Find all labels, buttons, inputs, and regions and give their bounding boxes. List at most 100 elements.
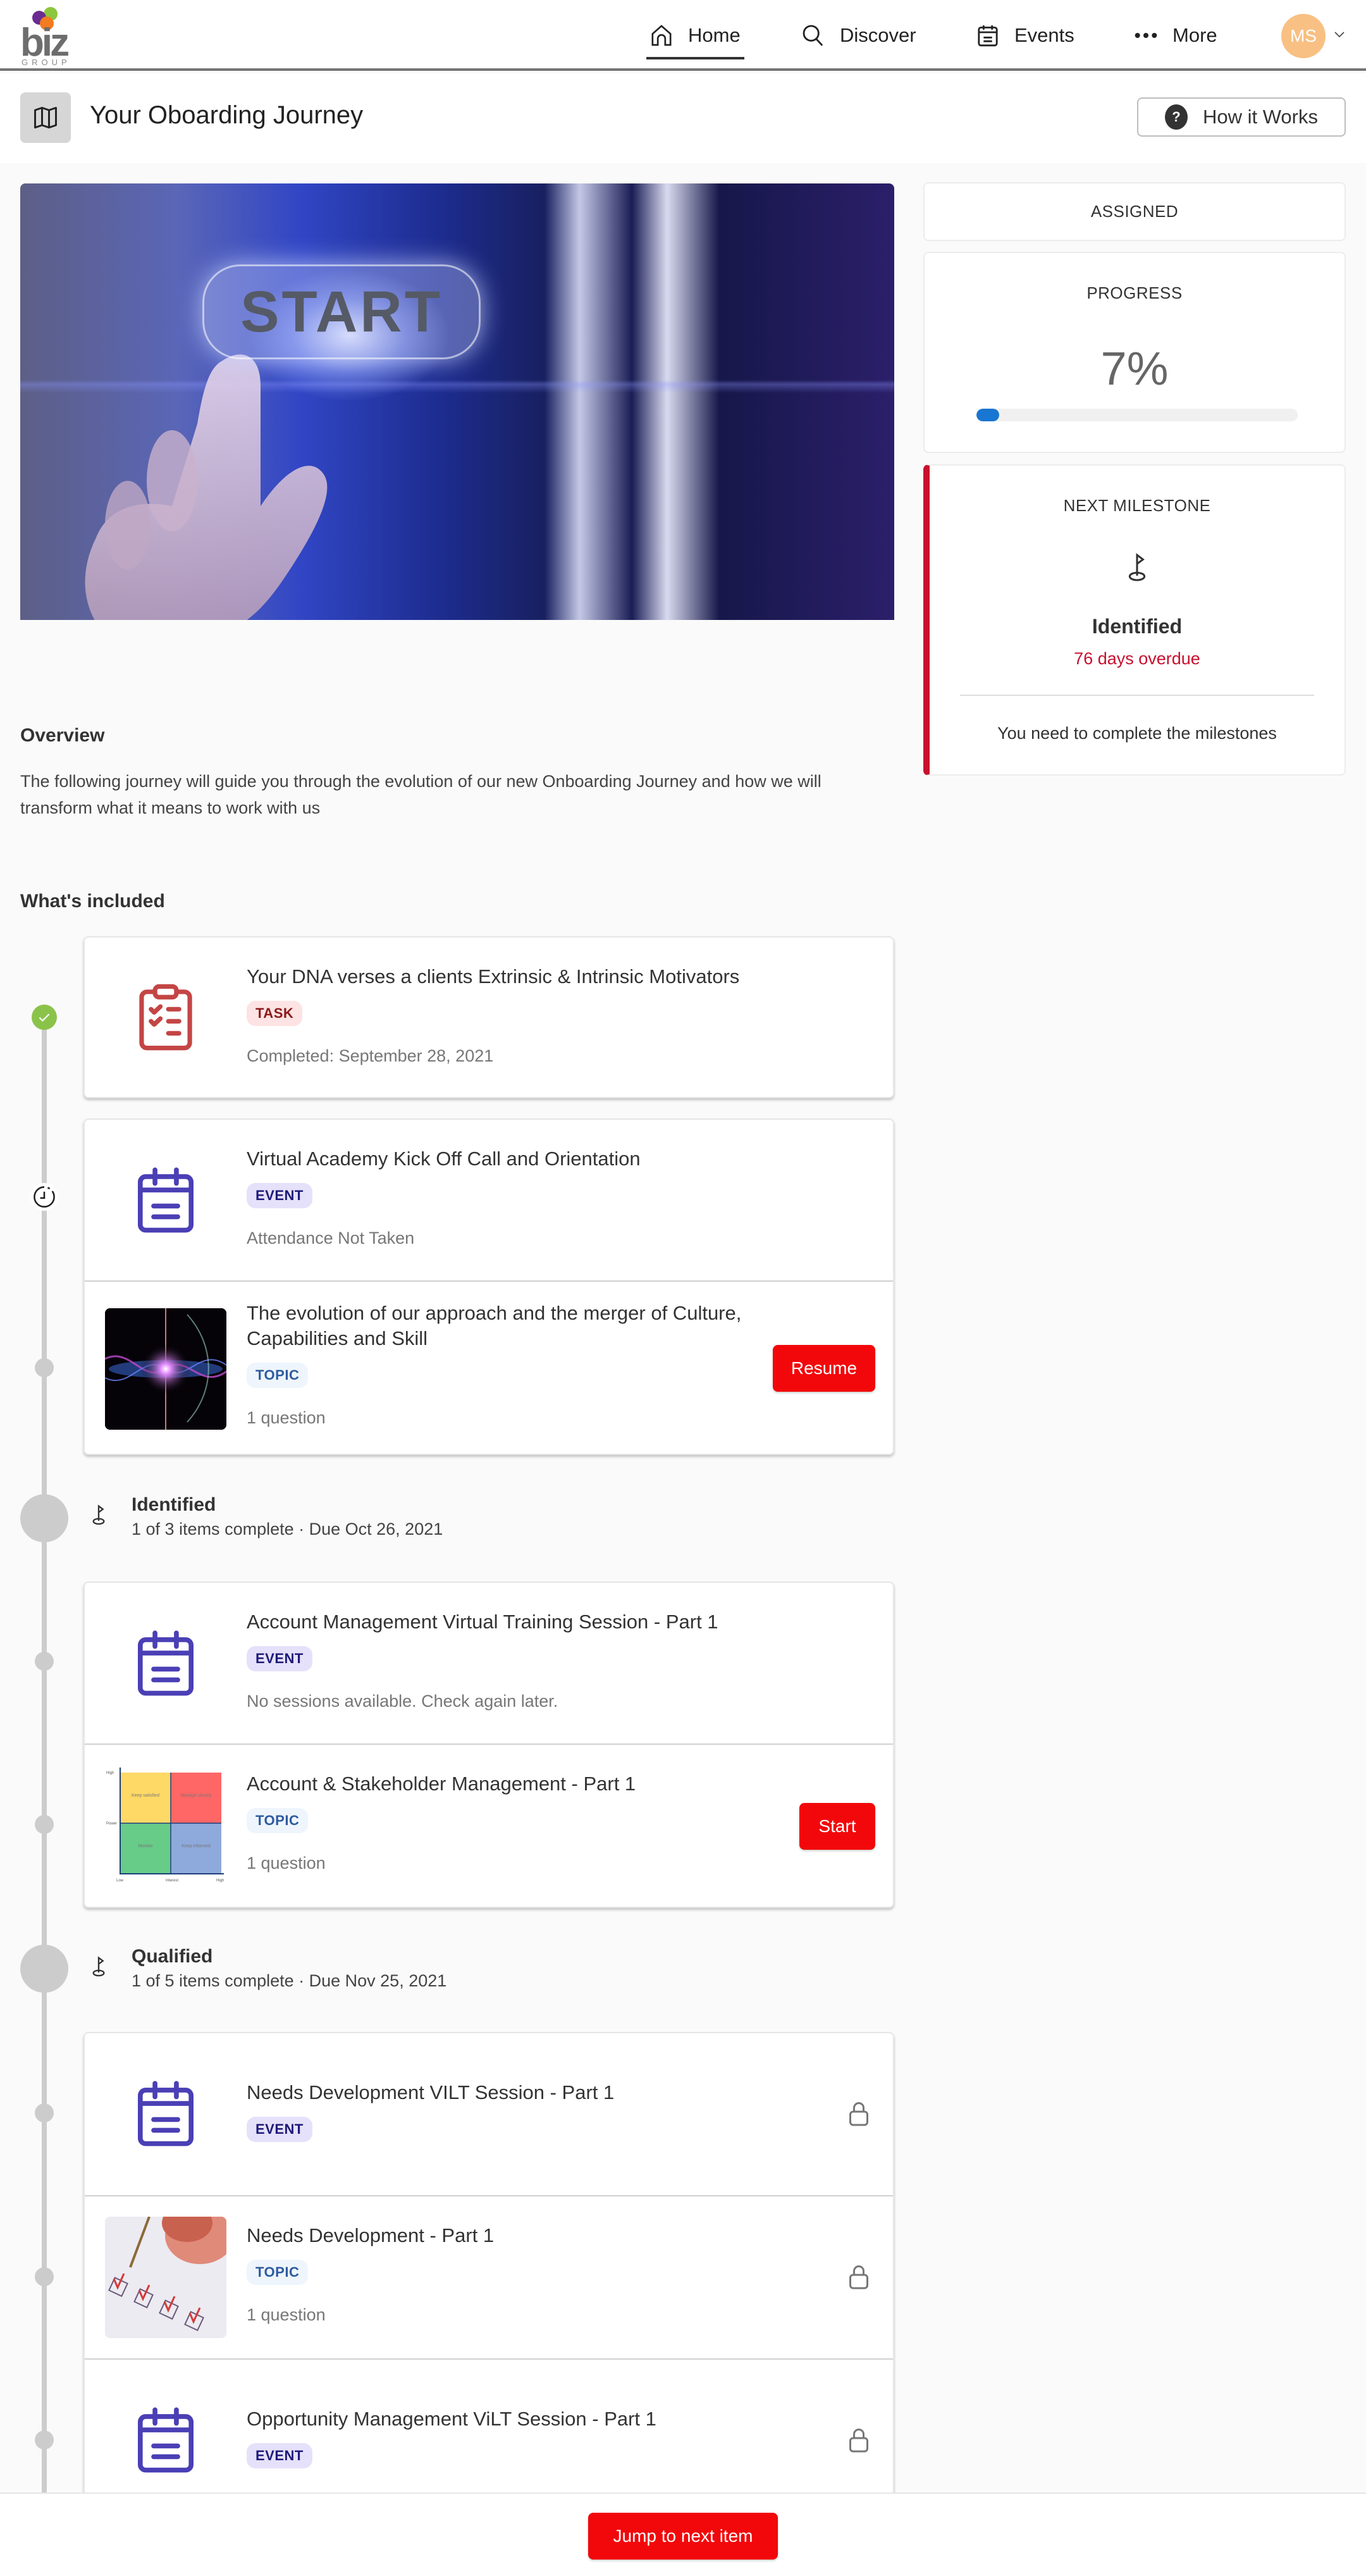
map-icon bbox=[34, 106, 57, 129]
journey-item[interactable]: Needs Development - Part 1 TOPIC 1 quest… bbox=[85, 2196, 893, 2360]
item-type-tag: TOPIC bbox=[247, 1363, 309, 1388]
lock-icon bbox=[849, 2265, 868, 2289]
milestone-summary: 1 of 5 items complete · Due Nov 25, 2021 bbox=[132, 1971, 447, 1990]
milestone-note: You need to complete the milestones bbox=[997, 724, 1277, 743]
item-title: Virtual Academy Kick Off Call and Orient… bbox=[247, 1148, 641, 1170]
checklist-pen-image bbox=[105, 2217, 226, 2338]
top-navigation: biz GROUP Home Discover Events More MS bbox=[0, 0, 1366, 71]
page-header: Your Oboarding Journey ? How it Works bbox=[0, 73, 1366, 163]
progress-label: PROGRESS bbox=[1086, 283, 1183, 302]
home-icon bbox=[651, 25, 672, 46]
overdue-text: 76 days overdue bbox=[1074, 649, 1200, 668]
lock-icon bbox=[849, 2102, 868, 2126]
biz-group-logo[interactable]: biz GROUP bbox=[18, 4, 78, 67]
item-type-tag: EVENT bbox=[247, 1183, 312, 1208]
pointing-hand-graphic bbox=[85, 354, 328, 620]
quadrant-label: Monitor bbox=[138, 1844, 153, 1848]
axis-label: Power bbox=[106, 1822, 117, 1826]
item-meta: Attendance Not Taken bbox=[247, 1229, 415, 1248]
milestone-summary: 1 of 3 items complete · Due Oct 26, 2021 bbox=[132, 1520, 443, 1539]
status-card: ASSIGNED bbox=[923, 182, 1346, 241]
milestone-marker bbox=[20, 1945, 68, 1993]
timeline-dot bbox=[35, 2267, 54, 2286]
next-milestone-name: Identified bbox=[1092, 615, 1183, 638]
nav-discover[interactable]: Discover bbox=[801, 18, 916, 53]
item-title: The evolution of our approach and the me… bbox=[247, 1302, 742, 1349]
item-title: Opportunity Management ViLT Session - Pa… bbox=[247, 2408, 656, 2430]
next-milestone-label: NEXT MILESTONE bbox=[1063, 496, 1211, 515]
event-calendar-icon bbox=[137, 2081, 194, 2146]
item-thumbnail bbox=[105, 957, 226, 1078]
axis-label: Low bbox=[116, 1879, 124, 1883]
jump-to-next-item-button[interactable]: Jump to next item bbox=[588, 2513, 778, 2560]
journey-hero-image: START bbox=[20, 183, 894, 620]
journey-item[interactable]: Virtual Academy Kick Off Call and Orient… bbox=[85, 1120, 893, 1282]
hero-start-text: START bbox=[202, 264, 481, 359]
resume-button[interactable]: Resume bbox=[773, 1345, 875, 1392]
item-title: Your DNA verses a clients Extrinsic & In… bbox=[247, 965, 740, 988]
axis-label: High bbox=[106, 1771, 114, 1775]
item-thumbnail bbox=[105, 2053, 226, 2175]
journey-item[interactable]: Keep satisfied Manage closely Monitor Ke… bbox=[85, 1745, 893, 1907]
quadrant-label: Keep satisfied bbox=[132, 1793, 159, 1798]
axis-label: Interest bbox=[166, 1879, 178, 1883]
overview-text: The following journey will guide you thr… bbox=[20, 772, 821, 817]
footer-bar: Jump to next item bbox=[0, 2492, 1366, 2576]
progress-bar bbox=[976, 409, 1298, 421]
event-calendar-icon bbox=[137, 1167, 194, 1233]
search-icon bbox=[803, 25, 823, 46]
journey-item-card: Needs Development VILT Session - Part 1 … bbox=[83, 2032, 894, 2525]
page-title: Your Oboarding Journey bbox=[90, 101, 364, 129]
check-icon bbox=[39, 1013, 50, 1022]
milestone-flag-icon bbox=[92, 1504, 105, 1525]
nav-home[interactable]: Home bbox=[646, 18, 744, 59]
quadrant-label: Manage closely bbox=[181, 1793, 212, 1798]
item-thumbnail bbox=[105, 2217, 226, 2338]
journey-item[interactable]: The evolution of our approach and the me… bbox=[85, 1282, 893, 1454]
start-button[interactable]: Start bbox=[799, 1803, 875, 1850]
next-milestone-card: NEXT MILESTONE Identified 76 days overdu… bbox=[923, 464, 1346, 776]
journey-item-card: Virtual Academy Kick Off Call and Orient… bbox=[83, 1118, 894, 1455]
event-calendar-icon bbox=[137, 2407, 194, 2473]
item-thumbnail: Keep satisfied Manage closely Monitor Ke… bbox=[105, 1765, 226, 1886]
journey-item[interactable]: Your DNA verses a clients Extrinsic & In… bbox=[85, 938, 893, 1097]
timeline-dot bbox=[35, 2103, 54, 2122]
status-label: ASSIGNED bbox=[1090, 202, 1179, 221]
nav-more[interactable]: More bbox=[1133, 18, 1217, 53]
chevron-down-icon[interactable] bbox=[1332, 27, 1347, 42]
journey-item[interactable]: Account Management Virtual Training Sess… bbox=[85, 1583, 893, 1745]
milestone-flag-icon bbox=[92, 1956, 105, 1977]
divider bbox=[960, 695, 1314, 696]
calendar-icon bbox=[978, 25, 998, 47]
item-type-tag: TOPIC bbox=[247, 1808, 309, 1833]
item-meta: 1 question bbox=[247, 1854, 326, 1873]
item-thumbnail bbox=[105, 1308, 226, 1430]
journey-item-card: Your DNA verses a clients Extrinsic & In… bbox=[83, 936, 894, 1098]
item-type-tag: EVENT bbox=[247, 2117, 312, 2142]
nav-events-label: Events bbox=[1014, 24, 1074, 46]
item-meta: 1 question bbox=[247, 2305, 326, 2324]
avatar-initials: MS bbox=[1290, 26, 1317, 46]
journey-item[interactable]: Needs Development VILT Session - Part 1 … bbox=[85, 2033, 893, 2196]
clock-icon bbox=[34, 1186, 55, 1208]
item-thumbnail bbox=[105, 1140, 226, 1261]
item-type-tag: TASK bbox=[247, 1001, 303, 1026]
help-icon: ? bbox=[1164, 104, 1188, 130]
user-avatar[interactable]: MS bbox=[1281, 14, 1326, 58]
milestone-marker bbox=[20, 1494, 68, 1542]
how-it-works-button[interactable]: ? How it Works bbox=[1137, 97, 1346, 137]
whats-included-heading: What's included bbox=[20, 891, 165, 912]
timline-dot bbox=[35, 1652, 54, 1671]
item-title: Needs Development VILT Session - Part 1 bbox=[247, 2081, 615, 2103]
stakeholder-matrix-image: Keep satisfied Manage closely Monitor Ke… bbox=[106, 1768, 224, 1883]
item-title: Account & Stakeholder Management - Part … bbox=[247, 1773, 636, 1795]
timeline-dot bbox=[35, 1815, 54, 1834]
more-dots-icon bbox=[1135, 33, 1157, 38]
milestone-title: Qualified bbox=[132, 1946, 213, 1967]
nav-home-label: Home bbox=[688, 24, 741, 46]
item-meta: Completed: September 28, 2021 bbox=[247, 1046, 494, 1065]
journey-item-card: Account Management Virtual Training Sess… bbox=[83, 1582, 894, 1908]
item-type-tag: EVENT bbox=[247, 1646, 312, 1671]
nav-events[interactable]: Events bbox=[975, 18, 1074, 53]
pending-marker bbox=[30, 1183, 58, 1211]
